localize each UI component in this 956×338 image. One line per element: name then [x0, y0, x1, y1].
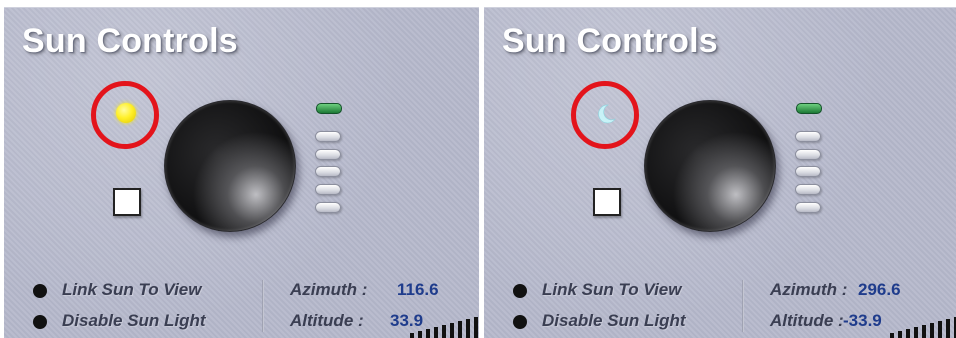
disable-sun-light-label[interactable]: Disable Sun Light: [542, 311, 686, 331]
disable-sun-light-radio[interactable]: [33, 315, 47, 329]
disable-sun-light-radio[interactable]: [513, 315, 527, 329]
indicator-led: [796, 103, 822, 114]
intensity-slot[interactable]: [795, 184, 821, 195]
divider: [262, 280, 264, 332]
altitude-label: Altitude :: [290, 311, 364, 330]
azimuth-label: Azimuth :: [770, 280, 848, 299]
intensity-slot[interactable]: [795, 166, 821, 177]
link-sun-to-view-label[interactable]: Link Sun To View: [62, 280, 201, 300]
sun-controls-panel-left: Sun Controls Link Sun To View Disable Su…: [4, 7, 479, 338]
intensity-slot[interactable]: [795, 149, 821, 160]
divider: [742, 280, 744, 332]
sun-icon[interactable]: [116, 103, 136, 123]
link-sun-to-view-radio[interactable]: [513, 284, 527, 298]
azimuth-label: Azimuth :: [290, 280, 368, 299]
intensity-slot[interactable]: [315, 131, 341, 142]
sun-controls-comparison: Sun Controls Link Sun To View Disable Su…: [0, 0, 956, 338]
sun-direction-trackball[interactable]: [644, 100, 776, 232]
indicator-led: [316, 103, 342, 114]
sun-controls-panel-right: Sun Controls Link Sun To View Disable Su…: [484, 7, 956, 338]
sun-direction-trackball[interactable]: [164, 100, 296, 232]
intensity-slot[interactable]: [795, 131, 821, 142]
azimuth-value: 116.6: [397, 280, 439, 299]
intensity-slot[interactable]: [315, 149, 341, 160]
sun-color-swatch[interactable]: [113, 188, 141, 216]
intensity-slot[interactable]: [315, 166, 341, 177]
panel-title: Sun Controls: [22, 22, 238, 60]
intensity-slot[interactable]: [795, 202, 821, 213]
link-sun-to-view-label[interactable]: Link Sun To View: [542, 280, 681, 300]
intensity-slot[interactable]: [315, 202, 341, 213]
scale-ticks-icon: [888, 316, 956, 338]
intensity-slot[interactable]: [315, 184, 341, 195]
azimuth-value: 296.6: [858, 280, 901, 299]
panel-title: Sun Controls: [502, 22, 718, 60]
altitude-label: Altitude :: [770, 311, 844, 330]
link-sun-to-view-radio[interactable]: [33, 284, 47, 298]
moon-icon[interactable]: [594, 102, 618, 126]
altitude-value: -33.9: [843, 311, 882, 330]
scale-ticks-icon: [408, 316, 479, 338]
disable-sun-light-label[interactable]: Disable Sun Light: [62, 311, 206, 331]
sun-color-swatch[interactable]: [593, 188, 621, 216]
